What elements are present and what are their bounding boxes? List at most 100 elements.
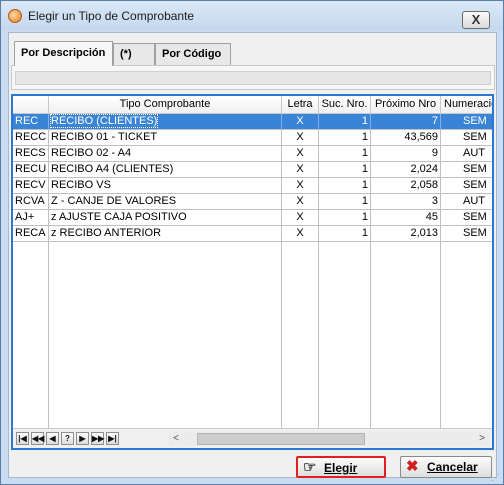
tab-asterisk[interactable]: (*) bbox=[113, 43, 155, 65]
cell-suc-nro[interactable]: 1 bbox=[319, 178, 371, 194]
cell-tipo-comprobante[interactable]: RECIBO VS bbox=[49, 178, 282, 194]
cell-suc-nro-text: 1 bbox=[361, 227, 368, 239]
nav-prev-page-button[interactable]: ◀◀ bbox=[31, 432, 44, 445]
column-header-suc-nro[interactable]: Suc. Nro. bbox=[319, 96, 371, 114]
table-row[interactable]: RCVA Z - CANJE DE VALORES X 1 3 AUT bbox=[13, 194, 492, 210]
cell-numeracion[interactable]: SEM bbox=[441, 210, 492, 226]
column-header-numeracion[interactable]: Numeración bbox=[441, 96, 492, 114]
cell-letra[interactable]: X bbox=[282, 130, 319, 146]
table-row[interactable]: REC RECIBO (CLIENTES) X 1 7 SEM bbox=[13, 114, 492, 130]
cell-code[interactable]: AJ+ bbox=[13, 210, 49, 226]
cell-suc-nro[interactable]: 1 bbox=[319, 130, 371, 146]
cell-suc-nro[interactable]: 1 bbox=[319, 210, 371, 226]
cell-tipo-comprobante[interactable]: z RECIBO ANTERIOR bbox=[49, 226, 282, 242]
cell-tipo-comprobante[interactable]: RECIBO A4 (CLIENTES) bbox=[49, 162, 282, 178]
cell-suc-nro[interactable]: 1 bbox=[319, 146, 371, 162]
cell-numeracion[interactable]: AUT bbox=[441, 194, 492, 210]
column-header-tipo-comprobante[interactable]: Tipo Comprobante bbox=[49, 96, 282, 114]
search-filter-bar[interactable] bbox=[15, 71, 491, 85]
cell-letra[interactable]: X bbox=[282, 146, 319, 162]
column-header-letra[interactable]: Letra bbox=[282, 96, 319, 114]
cell-numeracion[interactable]: AUT bbox=[441, 146, 492, 162]
cell-suc-nro[interactable]: 1 bbox=[319, 194, 371, 210]
table-row[interactable]: RECC RECIBO 01 - TICKET X 1 43,569 SEM bbox=[13, 130, 492, 146]
table-row[interactable]: RECA z RECIBO ANTERIOR X 1 2,013 SEM bbox=[13, 226, 492, 242]
cell-tipo-comprobante[interactable]: z AJUSTE CAJA POSITIVO bbox=[49, 210, 282, 226]
cell-code[interactable]: RECA bbox=[13, 226, 49, 242]
cell-code-text: RECU bbox=[15, 163, 47, 175]
cell-suc-nro[interactable]: 1 bbox=[319, 162, 371, 178]
scrollbar-thumb[interactable] bbox=[197, 433, 365, 445]
cancelar-button[interactable]: ✖ Cancelar bbox=[400, 456, 492, 478]
cell-numeracion[interactable]: SEM bbox=[441, 226, 492, 242]
cell-proximo-nro[interactable]: 2,024 bbox=[371, 162, 441, 178]
cell-suc-nro[interactable]: 1 bbox=[319, 226, 371, 242]
cell-code-text: RECV bbox=[15, 179, 46, 191]
cell-letra-text: X bbox=[296, 115, 304, 127]
cell-code[interactable]: RCVA bbox=[13, 194, 49, 210]
table-row[interactable]: AJ+ z AJUSTE CAJA POSITIVO X 1 45 SEM bbox=[13, 210, 492, 226]
cell-letra[interactable]: X bbox=[282, 210, 319, 226]
cell-proximo-nro[interactable]: 43,569 bbox=[371, 130, 441, 146]
cell-tipo-comprobante[interactable]: RECIBO 02 - A4 bbox=[49, 146, 282, 162]
nav-search-button[interactable]: ? bbox=[61, 432, 74, 445]
cell-numeracion-text: SEM bbox=[463, 179, 487, 191]
cell-letra-text: X bbox=[296, 163, 304, 175]
cell-letra[interactable]: X bbox=[282, 226, 319, 242]
cell-numeracion-text: AUT bbox=[463, 195, 485, 207]
nav-first-button[interactable]: |◀ bbox=[16, 432, 29, 445]
cell-tipo-comprobante-text: RECIBO A4 (CLIENTES) bbox=[51, 163, 174, 175]
table-row[interactable]: RECV RECIBO VS X 1 2,058 SEM bbox=[13, 178, 492, 194]
table-row[interactable]: RECU RECIBO A4 (CLIENTES) X 1 2,024 SEM bbox=[13, 162, 492, 178]
cell-letra[interactable]: X bbox=[282, 162, 319, 178]
cell-tipo-comprobante[interactable]: Z - CANJE DE VALORES bbox=[49, 194, 282, 210]
horizontal-scrollbar[interactable]: < > bbox=[169, 432, 489, 446]
nav-next-page-button[interactable]: ▶▶ bbox=[91, 432, 104, 445]
cell-proximo-nro[interactable]: 2,058 bbox=[371, 178, 441, 194]
cell-numeracion[interactable]: SEM bbox=[441, 130, 492, 146]
cell-numeracion-text: SEM bbox=[463, 211, 487, 223]
table-row[interactable]: RECS RECIBO 02 - A4 X 1 9 AUT bbox=[13, 146, 492, 162]
column-header-proximo-nro[interactable]: Próximo Nro bbox=[371, 96, 441, 114]
tab-por-descripcion[interactable]: Por Descripción bbox=[14, 41, 113, 66]
nav-next-button[interactable]: ▶ bbox=[76, 432, 89, 445]
tab-por-codigo[interactable]: Por Código bbox=[155, 43, 231, 65]
title-bar[interactable]: Elegir un Tipo de Comprobante X bbox=[1, 1, 503, 31]
cell-numeracion-text: SEM bbox=[463, 131, 487, 143]
nav-prev-button[interactable]: ◀ bbox=[46, 432, 59, 445]
cell-tipo-comprobante-text: Z - CANJE DE VALORES bbox=[51, 195, 177, 207]
cell-letra[interactable]: X bbox=[282, 178, 319, 194]
cell-suc-nro[interactable]: 1 bbox=[319, 114, 371, 130]
cell-proximo-nro[interactable]: 9 bbox=[371, 146, 441, 162]
cell-code[interactable]: REC bbox=[13, 114, 49, 130]
cell-code[interactable]: RECS bbox=[13, 146, 49, 162]
cell-tipo-comprobante[interactable]: RECIBO (CLIENTES) bbox=[49, 114, 282, 130]
cell-tipo-comprobante[interactable]: RECIBO 01 - TICKET bbox=[49, 130, 282, 146]
cell-code[interactable]: RECU bbox=[13, 162, 49, 178]
cell-suc-nro-text: 1 bbox=[361, 131, 368, 143]
cell-code[interactable]: RECC bbox=[13, 130, 49, 146]
resize-grip-icon[interactable]: ⋰ bbox=[491, 472, 501, 482]
cell-proximo-nro[interactable]: 45 bbox=[371, 210, 441, 226]
cell-suc-nro-text: 1 bbox=[361, 163, 368, 175]
scroll-left-icon[interactable]: < bbox=[169, 432, 183, 446]
cell-proximo-nro-text: 9 bbox=[431, 147, 438, 159]
cell-numeracion[interactable]: SEM bbox=[441, 178, 492, 194]
cell-letra[interactable]: X bbox=[282, 114, 319, 130]
cell-numeracion[interactable]: SEM bbox=[441, 162, 492, 178]
cell-proximo-nro[interactable]: 2,013 bbox=[371, 226, 441, 242]
nav-last-button[interactable]: ▶| bbox=[106, 432, 119, 445]
cell-letra[interactable]: X bbox=[282, 194, 319, 210]
record-navigator: |◀ ◀◀ ◀? ▶ ▶▶ ▶| < > bbox=[13, 428, 492, 448]
cell-numeracion-text: AUT bbox=[463, 147, 485, 159]
column-header-code[interactable] bbox=[13, 96, 49, 114]
elegir-button[interactable]: ☞ Elegir bbox=[296, 456, 386, 478]
close-button[interactable]: X bbox=[462, 11, 490, 29]
cell-proximo-nro[interactable]: 3 bbox=[371, 194, 441, 210]
scroll-right-icon[interactable]: > bbox=[475, 432, 489, 446]
cell-code[interactable]: RECV bbox=[13, 178, 49, 194]
cell-proximo-nro-text: 43,569 bbox=[404, 131, 438, 143]
cell-code-text: RECS bbox=[15, 147, 46, 159]
cell-numeracion[interactable]: SEM bbox=[441, 114, 492, 130]
cell-proximo-nro[interactable]: 7 bbox=[371, 114, 441, 130]
